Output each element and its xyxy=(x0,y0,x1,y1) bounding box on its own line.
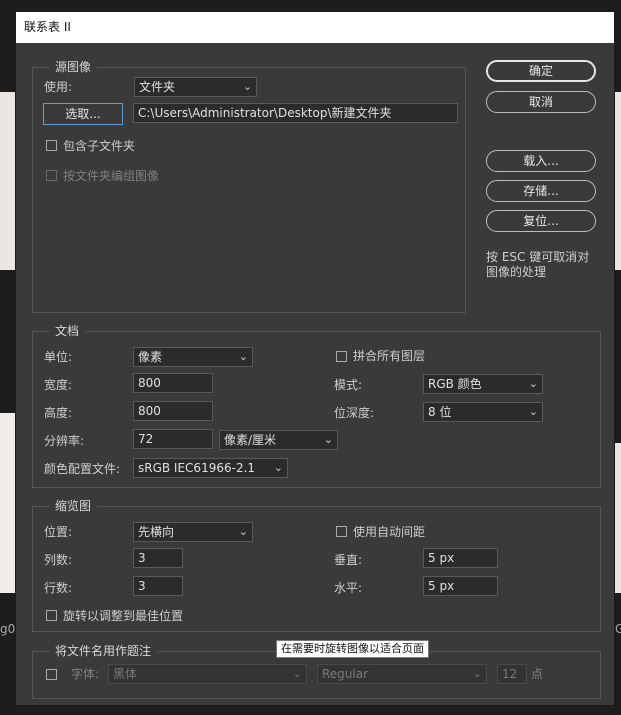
background-image-left-bottom xyxy=(0,413,15,593)
bit-depth-select[interactable]: 8 位 ⌄ xyxy=(423,402,543,422)
ok-button[interactable]: 确定 xyxy=(486,60,596,82)
group-by-folder-label: 按文件夹编组图像 xyxy=(63,169,160,183)
units-label: 单位: xyxy=(44,350,73,364)
color-profile-label: 颜色配置文件: xyxy=(44,462,121,476)
rotate-best-fit-checkbox[interactable] xyxy=(46,610,57,621)
background-image-right-top xyxy=(615,92,621,270)
font-style-select[interactable]: Regular ⌄ xyxy=(317,664,487,684)
chevron-down-icon: ⌄ xyxy=(242,80,252,93)
chevron-down-icon: ⌄ xyxy=(292,667,302,680)
resolution-label: 分辨率: xyxy=(44,434,85,448)
include-subfolders-label: 包含子文件夹 xyxy=(63,139,136,153)
vertical-field[interactable]: 5 px xyxy=(423,548,498,568)
color-profile-value: sRGB IEC61966-2.1 xyxy=(138,461,256,475)
resolution-field[interactable]: 72 xyxy=(133,429,213,449)
bit-depth-value: 8 位 xyxy=(428,405,452,419)
use-label: 使用: xyxy=(44,80,73,94)
source-images-title: 源图像 xyxy=(49,59,98,75)
save-button[interactable]: 存储... xyxy=(486,180,596,202)
columns-field[interactable]: 3 xyxy=(133,548,183,568)
mode-select[interactable]: RGB 颜色 ⌄ xyxy=(423,374,543,394)
esc-hint-line2: 图像的处理 xyxy=(486,265,547,279)
width-field[interactable]: 800 xyxy=(133,373,213,393)
reset-button[interactable]: 复位... xyxy=(486,210,596,232)
rows-field[interactable]: 3 xyxy=(133,576,183,596)
thumbnails-title: 缩览图 xyxy=(49,498,98,514)
chevron-down-icon: ⌄ xyxy=(528,377,538,390)
color-profile-select[interactable]: sRGB IEC61966-2.1 ⌄ xyxy=(133,458,288,478)
height-field[interactable]: 800 xyxy=(133,401,213,421)
rotate-best-fit-label: 旋转以调整到最佳位置 xyxy=(63,609,184,623)
chevron-down-icon: ⌄ xyxy=(238,525,248,538)
font-label: 字体: xyxy=(71,667,100,681)
flatten-layers-label: 拼合所有图层 xyxy=(353,349,426,363)
background-image-right-bottom xyxy=(615,443,621,593)
place-label: 位置: xyxy=(44,525,73,539)
choose-button[interactable]: 选取... xyxy=(43,103,123,125)
tooltip: 在需要时旋转图像以适合页面 xyxy=(276,640,429,658)
caption-title: 将文件名用作题注 xyxy=(49,643,158,659)
chevron-down-icon: ⌄ xyxy=(323,433,333,446)
auto-spacing-checkbox[interactable] xyxy=(336,526,347,537)
place-select-value: 先横向 xyxy=(138,525,175,539)
chevron-down-icon: ⌄ xyxy=(528,405,538,418)
bit-depth-label: 位深度: xyxy=(334,406,375,420)
vertical-label: 垂直: xyxy=(334,553,363,567)
font-style-value: Regular xyxy=(322,667,369,681)
width-label: 宽度: xyxy=(44,378,73,392)
rows-label: 行数: xyxy=(44,581,73,595)
font-select-value: 黑体 xyxy=(113,667,138,681)
cancel-button[interactable]: 取消 xyxy=(486,91,596,113)
chevron-down-icon: ⌄ xyxy=(273,461,283,474)
units-select-value: 像素 xyxy=(138,350,163,364)
source-path-field[interactable]: C:\Users\Administrator\Desktop\新建文件夹 xyxy=(133,103,458,123)
include-subfolders-checkbox[interactable] xyxy=(46,140,57,151)
place-select[interactable]: 先横向 ⌄ xyxy=(133,522,253,542)
horizontal-label: 水平: xyxy=(334,581,363,595)
units-select[interactable]: 像素 ⌄ xyxy=(133,347,253,367)
mode-label: 模式: xyxy=(334,378,363,392)
columns-label: 列数: xyxy=(44,553,73,567)
use-filename-caption-checkbox[interactable] xyxy=(46,669,57,680)
resolution-unit-value: 像素/厘米 xyxy=(224,433,277,447)
font-size-field[interactable]: 12 xyxy=(497,664,527,684)
chevron-down-icon: ⌄ xyxy=(472,667,482,680)
use-select-value: 文件夹 xyxy=(139,80,176,94)
background-filename-right: G xyxy=(615,622,621,636)
horizontal-field[interactable]: 5 px xyxy=(423,576,498,596)
dialog-title: 联系表 II xyxy=(16,12,614,43)
mode-select-value: RGB 颜色 xyxy=(428,377,482,391)
flatten-layers-checkbox[interactable] xyxy=(336,351,347,362)
font-size-unit: 点 xyxy=(531,667,544,681)
load-button[interactable]: 载入... xyxy=(486,150,596,172)
auto-spacing-label: 使用自动间距 xyxy=(353,525,426,539)
use-select[interactable]: 文件夹 ⌄ xyxy=(134,77,257,97)
chevron-down-icon: ⌄ xyxy=(238,350,248,363)
contact-sheet-dialog: 联系表 II 源图像 使用: 文件夹 ⌄ 选取... C:\Users\Admi… xyxy=(15,11,615,706)
group-by-folder-checkbox[interactable] xyxy=(46,170,57,181)
resolution-unit-select[interactable]: 像素/厘米 ⌄ xyxy=(219,430,338,450)
document-title: 文档 xyxy=(49,323,86,339)
font-select[interactable]: 黑体 ⌄ xyxy=(108,664,307,684)
height-label: 高度: xyxy=(44,406,73,420)
background-image-left-top xyxy=(0,92,15,270)
